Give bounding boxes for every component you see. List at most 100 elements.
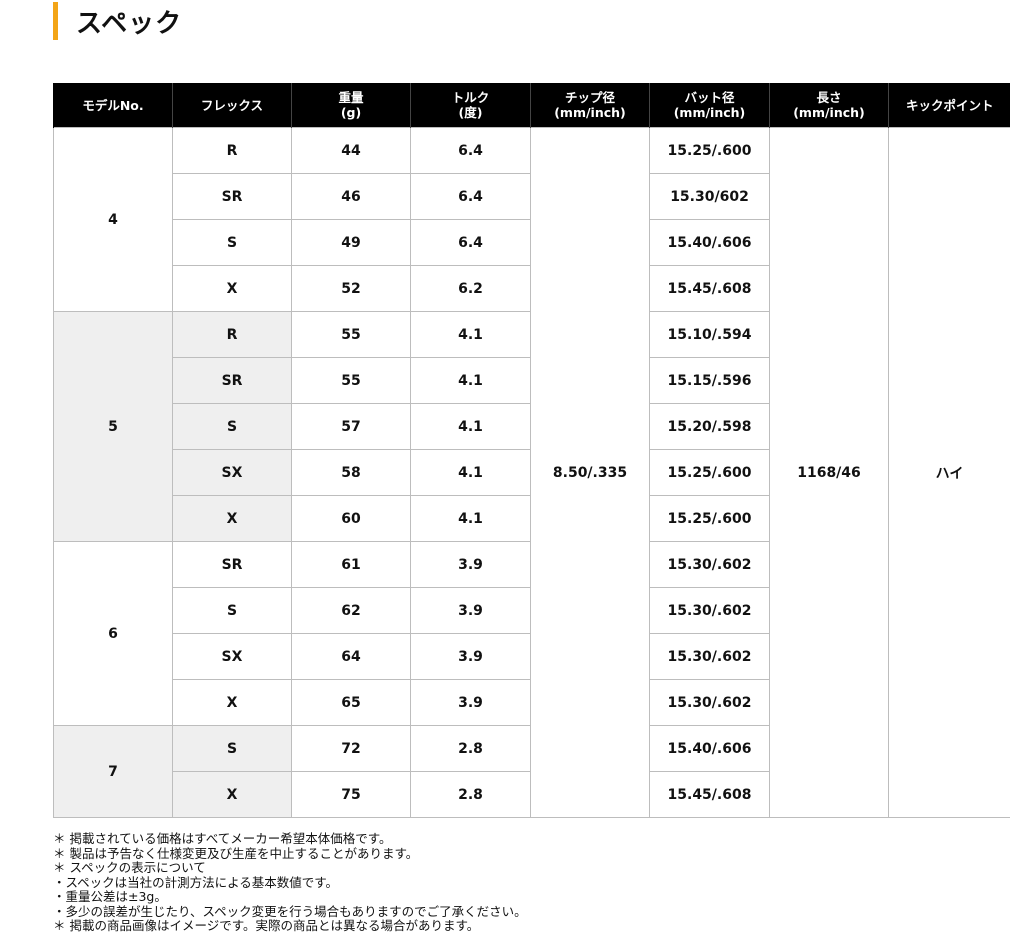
torque-cell: 3.9	[411, 680, 531, 726]
note-line: ＊ スペックの表示について	[53, 861, 527, 876]
flex-cell: S	[173, 588, 292, 634]
header-butt-diameter: バット径(mm/inch)	[650, 83, 770, 128]
butt-diameter-cell: 15.10/.594	[650, 312, 770, 358]
butt-diameter-cell: 15.30/602	[650, 174, 770, 220]
weight-cell: 62	[292, 588, 411, 634]
model-cell: 7	[54, 726, 173, 818]
torque-cell: 3.9	[411, 542, 531, 588]
weight-cell: 72	[292, 726, 411, 772]
weight-cell: 55	[292, 312, 411, 358]
weight-cell: 46	[292, 174, 411, 220]
header-flex: フレックス	[173, 83, 292, 128]
torque-cell: 3.9	[411, 634, 531, 680]
section-header: スペック	[53, 2, 182, 40]
header-tip-diameter: チップ径(mm/inch)	[531, 83, 650, 128]
header-label: フレックス	[201, 98, 263, 113]
weight-cell: 65	[292, 680, 411, 726]
butt-diameter-cell: 15.25/.600	[650, 450, 770, 496]
butt-diameter-cell: 15.45/.608	[650, 266, 770, 312]
weight-cell: 57	[292, 404, 411, 450]
torque-cell: 2.8	[411, 726, 531, 772]
tip-diameter-cell: 8.50/.335	[531, 128, 650, 818]
header-label: (mm/inch)	[554, 105, 626, 120]
note-line: ・多少の誤差が生じたり、スペック変更を行う場合もありますのでご了承ください。	[53, 905, 527, 920]
header-label: (g)	[341, 105, 361, 120]
flex-cell: S	[173, 220, 292, 266]
note-line: ・重量公差は±3g。	[53, 890, 527, 905]
header-kick-point: キックポイント	[889, 83, 1010, 128]
spec-table-body: 4R446.48.50/.33515.25/.6001168/46ハイSR466…	[54, 128, 1010, 818]
model-cell: 6	[54, 542, 173, 726]
weight-cell: 75	[292, 772, 411, 818]
model-cell: 5	[54, 312, 173, 542]
model-cell: 4	[54, 128, 173, 312]
notes: ＊ 掲載されている価格はすべてメーカー希望本体価格です。＊ 製品は予告なく仕様変…	[53, 832, 527, 934]
note-line: ＊ 掲載されている価格はすべてメーカー希望本体価格です。	[53, 832, 527, 847]
flex-cell: X	[173, 772, 292, 818]
header-model-no: モデルNo.	[54, 83, 173, 128]
flex-cell: SX	[173, 634, 292, 680]
weight-cell: 64	[292, 634, 411, 680]
note-line: ＊ 製品は予告なく仕様変更及び生産を中止することがあります。	[53, 847, 527, 862]
header-label: モデルNo.	[82, 98, 143, 113]
torque-cell: 6.4	[411, 128, 531, 174]
butt-diameter-cell: 15.30/.602	[650, 634, 770, 680]
torque-cell: 4.1	[411, 358, 531, 404]
weight-cell: 61	[292, 542, 411, 588]
weight-cell: 52	[292, 266, 411, 312]
header-torque: トルク(度)	[411, 83, 531, 128]
butt-diameter-cell: 15.40/.606	[650, 726, 770, 772]
torque-cell: 4.1	[411, 496, 531, 542]
flex-cell: R	[173, 128, 292, 174]
flex-cell: S	[173, 726, 292, 772]
table-header-row: モデルNo.フレックス重量(g)トルク(度)チップ径(mm/inch)バット径(…	[54, 83, 1010, 128]
torque-cell: 6.2	[411, 266, 531, 312]
header-label: 長さ	[816, 90, 841, 105]
torque-cell: 4.1	[411, 404, 531, 450]
note-line: ・スペックは当社の計測方法による基本数値です。	[53, 876, 527, 891]
weight-cell: 58	[292, 450, 411, 496]
butt-diameter-cell: 15.25/.600	[650, 128, 770, 174]
butt-diameter-cell: 15.45/.608	[650, 772, 770, 818]
butt-diameter-cell: 15.30/.602	[650, 680, 770, 726]
note-line: ＊ 掲載の商品画像はイメージです。実際の商品とは異なる場合があります。	[53, 919, 527, 934]
butt-diameter-cell: 15.20/.598	[650, 404, 770, 450]
torque-cell: 3.9	[411, 588, 531, 634]
kick-point-cell: ハイ	[889, 128, 1010, 818]
length-cell: 1168/46	[770, 128, 889, 818]
weight-cell: 44	[292, 128, 411, 174]
weight-cell: 49	[292, 220, 411, 266]
header-label: バット径	[684, 90, 734, 105]
flex-cell: SX	[173, 450, 292, 496]
flex-cell: SR	[173, 542, 292, 588]
flex-cell: R	[173, 312, 292, 358]
butt-diameter-cell: 15.15/.596	[650, 358, 770, 404]
flex-cell: SR	[173, 358, 292, 404]
header-label: チップ径	[565, 90, 615, 105]
flex-cell: SR	[173, 174, 292, 220]
flex-cell: X	[173, 266, 292, 312]
table-row: 4R446.48.50/.33515.25/.6001168/46ハイ	[54, 128, 1010, 174]
flex-cell: S	[173, 404, 292, 450]
header-length: 長さ(mm/inch)	[770, 83, 889, 128]
header-label: (mm/inch)	[674, 105, 746, 120]
header-label: トルク	[452, 90, 490, 105]
butt-diameter-cell: 15.30/.602	[650, 542, 770, 588]
torque-cell: 6.4	[411, 220, 531, 266]
butt-diameter-cell: 15.25/.600	[650, 496, 770, 542]
torque-cell: 4.1	[411, 450, 531, 496]
weight-cell: 60	[292, 496, 411, 542]
weight-cell: 55	[292, 358, 411, 404]
butt-diameter-cell: 15.30/.602	[650, 588, 770, 634]
header-weight: 重量(g)	[292, 83, 411, 128]
spec-table: モデルNo.フレックス重量(g)トルク(度)チップ径(mm/inch)バット径(…	[53, 83, 1010, 818]
section-title: スペック	[76, 3, 182, 40]
flex-cell: X	[173, 496, 292, 542]
header-label: (mm/inch)	[793, 105, 865, 120]
flex-cell: X	[173, 680, 292, 726]
torque-cell: 6.4	[411, 174, 531, 220]
header-label: キックポイント	[906, 98, 994, 113]
header-label: (度)	[459, 105, 483, 120]
torque-cell: 2.8	[411, 772, 531, 818]
torque-cell: 4.1	[411, 312, 531, 358]
